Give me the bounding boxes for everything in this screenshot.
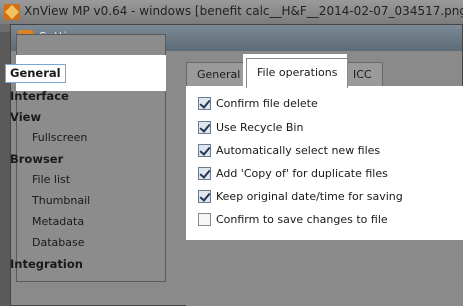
category-browser[interactable]: Browser [10, 152, 63, 166]
tab-file-operations[interactable]: File operations [246, 58, 349, 88]
app-title: XnView MP v0.64 - windows [benefit calc_… [24, 4, 463, 18]
category-interface[interactable]: Interface [10, 89, 69, 103]
category-integration[interactable]: Integration [10, 257, 83, 271]
category-database[interactable]: Database [32, 236, 85, 249]
checkbox-checked[interactable] [198, 96, 211, 110]
option-label: Confirm to save changes to file [216, 212, 388, 226]
checkbox-unchecked[interactable] [198, 212, 211, 226]
option-label: Use Recycle Bin [216, 120, 304, 134]
category-file-list[interactable]: File list [32, 173, 70, 186]
option-label: Keep original date/time for saving [216, 189, 403, 203]
option-use-recycle-bin[interactable]: Use Recycle Bin [198, 119, 303, 135]
panel-shade [186, 240, 463, 306]
option-label: Add 'Copy of' for duplicate files [216, 166, 388, 180]
category-metadata[interactable]: Metadata [32, 215, 84, 228]
checkbox-checked[interactable] [198, 166, 211, 180]
checkbox-checked[interactable] [198, 120, 211, 134]
checkbox-checked[interactable] [198, 189, 211, 203]
category-view[interactable]: View [10, 110, 41, 124]
option-confirm-file-delete[interactable]: Confirm file delete [198, 95, 318, 111]
option-label: Confirm file delete [216, 96, 318, 110]
option-label: Automatically select new files [216, 143, 381, 157]
tab-general[interactable]: General [186, 62, 252, 86]
category-thumbnail[interactable]: Thumbnail [32, 194, 90, 207]
option-keep-original-date[interactable]: Keep original date/time for saving [198, 188, 403, 204]
category-fullscreen[interactable]: Fullscreen [32, 131, 87, 144]
option-auto-select-new-files[interactable]: Automatically select new files [198, 142, 380, 158]
app-title-bar: XnView MP v0.64 - windows [benefit calc_… [0, 0, 463, 24]
xnview-logo-icon [4, 4, 20, 20]
checkbox-checked[interactable] [198, 143, 211, 157]
category-general[interactable]: General [5, 64, 66, 83]
option-confirm-save-changes[interactable]: Confirm to save changes to file [198, 211, 388, 227]
option-add-copy-of[interactable]: Add 'Copy of' for duplicate files [198, 165, 388, 181]
